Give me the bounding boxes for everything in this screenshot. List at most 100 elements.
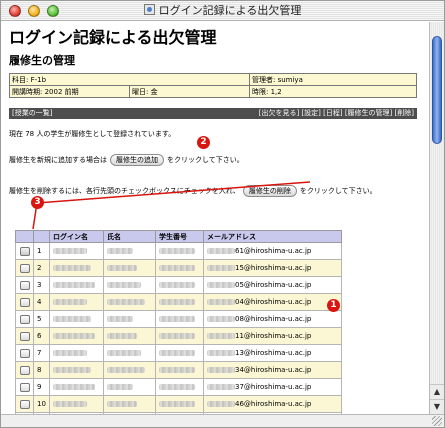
row-email-cell: 37@hiroshima-u.ac.jp: [203, 378, 342, 396]
course-time: 時限: 1,2: [249, 85, 417, 98]
student-table-header: ログイン名 氏名 学生番号 メールアドレス: [15, 230, 342, 243]
table-row: 5 08@hiroshima-u.ac.jp: [15, 310, 342, 328]
row-checkbox-cell: [15, 259, 34, 277]
redacted-text: [207, 265, 235, 271]
row-email[interactable]: 11@hiroshima-u.ac.jp: [235, 332, 311, 340]
page-content: ログイン記録による出欠管理 履修生の管理 科目: F-1b 管理者: sumiy…: [1, 22, 429, 414]
redacted-text: [53, 248, 87, 254]
nav-students-link[interactable]: [履修生の管理]: [345, 109, 392, 117]
row-number: 7: [33, 344, 50, 362]
row-checkbox[interactable]: [19, 246, 30, 256]
row-checkbox[interactable]: [19, 314, 30, 324]
row-login: [49, 310, 104, 328]
course-info-table: 科目: F-1b 管理者: sumiya 開講時期: 2002 前期 曜日: 金…: [9, 73, 417, 98]
redacted-text: [53, 350, 87, 356]
delete-instruction: 履修生を削除するには、各行先頭のチェックボックスにチェックを入れ、 履修生の削除を…: [9, 185, 377, 197]
row-login: [49, 344, 104, 362]
redacted-text: [159, 265, 195, 271]
redacted-text: [53, 367, 91, 373]
table-row: 7 13@hiroshima-u.ac.jp: [15, 344, 342, 362]
scroll-thumb[interactable]: [432, 36, 442, 144]
redacted-text: [107, 282, 141, 288]
row-email-cell: 46@hiroshima-u.ac.jp: [203, 395, 342, 413]
row-checkbox-cell: [15, 276, 34, 294]
title-bar[interactable]: ログイン記録による出欠管理: [1, 1, 444, 21]
annotation-badge-1: 1: [327, 299, 340, 312]
row-email[interactable]: 37@hiroshima-u.ac.jp: [235, 383, 311, 391]
redacted-text: [107, 299, 145, 305]
row-student-id: [155, 259, 204, 277]
row-email[interactable]: 61@hiroshima-u.ac.jp: [235, 247, 311, 255]
nav-links: [出欠を見る] [設定] [日程] [履修生の管理] [削除]: [259, 108, 414, 119]
redacted-text: [53, 316, 91, 322]
redacted-text: [107, 316, 133, 322]
browser-window: ログイン記録による出欠管理 ログイン記録による出欠管理 履修生の管理 科目: F…: [0, 0, 445, 428]
row-number: 6: [33, 327, 50, 345]
resize-grip-icon[interactable]: [432, 416, 442, 426]
row-email[interactable]: 15@hiroshima-u.ac.jp: [235, 264, 311, 272]
row-checkbox[interactable]: [19, 331, 30, 341]
row-checkbox[interactable]: [19, 297, 30, 307]
row-email[interactable]: 46@hiroshima-u.ac.jp: [235, 400, 311, 408]
redacted-text: [107, 333, 137, 339]
page-title: ログイン記録による出欠管理: [9, 28, 217, 47]
nav-delete-link[interactable]: [削除]: [395, 109, 414, 117]
row-checkbox[interactable]: [19, 263, 30, 273]
nav-attendance-link[interactable]: [出欠を見る]: [259, 109, 299, 117]
scroll-up-arrow-icon[interactable]: ▲: [430, 384, 444, 398]
row-email-cell: 15@hiroshima-u.ac.jp: [203, 259, 342, 277]
header-number: [33, 230, 50, 243]
add-student-button[interactable]: 履修生の追加: [110, 154, 164, 166]
row-email[interactable]: 04@hiroshima-u.ac.jp: [235, 298, 311, 306]
row-checkbox[interactable]: [19, 348, 30, 358]
horizontal-scrollbar[interactable]: [1, 414, 444, 427]
redacted-text: [159, 316, 195, 322]
row-email[interactable]: 34@hiroshima-u.ac.jp: [235, 366, 311, 374]
row-name: [103, 259, 156, 277]
table-row: 8 34@hiroshima-u.ac.jp: [15, 361, 342, 379]
annotation-badge-3: 3: [31, 196, 44, 209]
redacted-text: [159, 333, 195, 339]
row-login: [49, 378, 104, 396]
page-subtitle: 履修生の管理: [9, 54, 75, 67]
redacted-text: [107, 265, 137, 271]
row-number: 1: [33, 242, 50, 260]
row-student-id: [155, 276, 204, 294]
redacted-text: [207, 401, 235, 407]
row-email-cell: 61@hiroshima-u.ac.jp: [203, 242, 342, 260]
row-email[interactable]: 08@hiroshima-u.ac.jp: [235, 315, 311, 323]
row-checkbox[interactable]: [19, 280, 30, 290]
vertical-scrollbar[interactable]: ▲ ▼: [429, 22, 444, 414]
redacted-text: [107, 248, 133, 254]
row-checkbox[interactable]: [19, 365, 30, 375]
table-row: 1 61@hiroshima-u.ac.jp: [15, 242, 342, 260]
nav-schedule-link[interactable]: [日程]: [323, 109, 342, 117]
nav-class-list-link[interactable]: [授業の一覧]: [12, 108, 52, 119]
row-email[interactable]: 13@hiroshima-u.ac.jp: [235, 349, 311, 357]
nav-bar: [授業の一覧] [出欠を見る] [設定] [日程] [履修生の管理] [削除]: [9, 108, 417, 119]
row-checkbox[interactable]: [19, 399, 30, 409]
redacted-text: [107, 384, 133, 390]
redacted-text: [207, 333, 235, 339]
row-login: [49, 327, 104, 345]
row-name: [103, 310, 156, 328]
nav-settings-link[interactable]: [設定]: [301, 109, 320, 117]
redacted-text: [107, 401, 137, 407]
row-checkbox[interactable]: [19, 382, 30, 392]
row-checkbox-cell: [15, 293, 34, 311]
scroll-down-arrow-icon[interactable]: ▼: [430, 399, 444, 413]
document-icon: [143, 4, 155, 15]
annotation-badge-2: 2: [197, 136, 210, 149]
delete-student-button[interactable]: 履修生の削除: [242, 185, 297, 197]
course-subject: 科目: F-1b: [9, 73, 250, 86]
row-email-cell: 04@hiroshima-u.ac.jp: [203, 293, 342, 311]
window-title: ログイン記録による出欠管理: [158, 4, 302, 17]
row-email[interactable]: 05@hiroshima-u.ac.jp: [235, 281, 311, 289]
row-name: [103, 344, 156, 362]
row-checkbox-cell: [15, 310, 34, 328]
redacted-text: [207, 248, 235, 254]
redacted-text: [53, 401, 87, 407]
row-name: [103, 293, 156, 311]
row-email-cell: 08@hiroshima-u.ac.jp: [203, 310, 342, 328]
redacted-text: [159, 401, 195, 407]
